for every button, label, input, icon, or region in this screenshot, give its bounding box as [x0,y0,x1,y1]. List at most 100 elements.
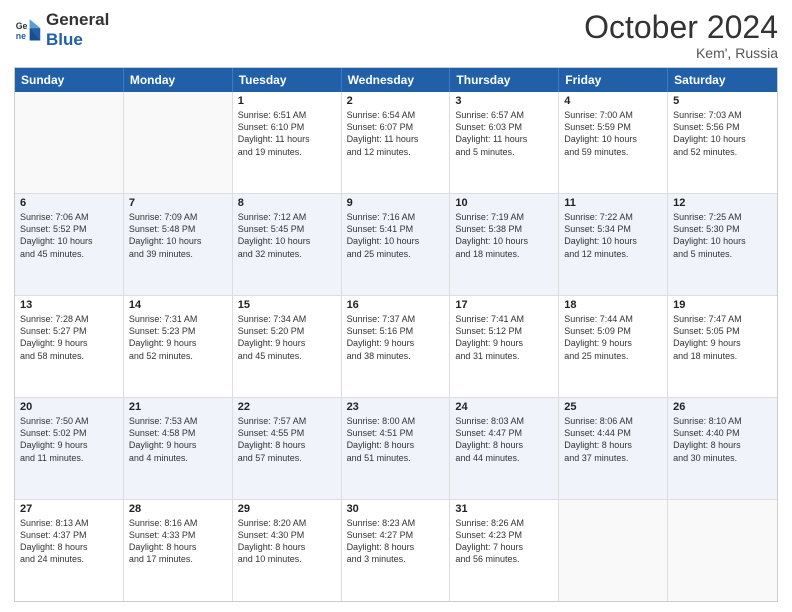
day-number: 4 [564,95,662,107]
calendar-cell [668,500,777,601]
day-details: Sunrise: 7:50 AM Sunset: 5:02 PM Dayligh… [20,415,118,464]
day-number: 8 [238,197,336,209]
calendar-cell: 23 Sunrise: 8:00 AM Sunset: 4:51 PM Dayli… [342,398,451,499]
svg-text:ne: ne [16,30,26,40]
day-details: Sunrise: 7:19 AM Sunset: 5:38 PM Dayligh… [455,211,553,260]
calendar-row-3: 13 Sunrise: 7:28 AM Sunset: 5:27 PM Dayli… [15,296,777,398]
day-details: Sunrise: 7:00 AM Sunset: 5:59 PM Dayligh… [564,109,662,158]
header: Ge ne General Blue October 2024 Kem', Ru… [14,10,778,61]
calendar-cell: 14 Sunrise: 7:31 AM Sunset: 5:23 PM Dayli… [124,296,233,397]
title-area: October 2024 Kem', Russia [584,10,778,61]
calendar-cell: 15Sunrise: 7:34 AM Sunset: 5:20 PM Dayli… [233,296,342,397]
day-details: Sunrise: 7:31 AM Sunset: 5:23 PM Dayligh… [129,313,227,362]
day-number: 6 [20,197,118,209]
calendar-cell: 10Sunrise: 7:19 AM Sunset: 5:38 PM Dayli… [450,194,559,295]
day-details: Sunrise: 7:53 AM Sunset: 4:58 PM Dayligh… [129,415,227,464]
day-details: Sunrise: 7:06 AM Sunset: 5:52 PM Dayligh… [20,211,118,260]
day-number: 26 [673,401,772,413]
logo: Ge ne General Blue [14,10,109,49]
day-number: 16 [347,299,445,311]
calendar-cell: 20 Sunrise: 7:50 AM Sunset: 5:02 PM Dayli… [15,398,124,499]
calendar-row-4: 20 Sunrise: 7:50 AM Sunset: 5:02 PM Dayli… [15,398,777,500]
calendar-row-1: 1 Sunrise: 6:51 AM Sunset: 6:10 PM Daylig… [15,92,777,194]
day-details: Sunrise: 8:23 AM Sunset: 4:27 PM Dayligh… [347,517,445,566]
day-number: 21 [129,401,227,413]
day-number: 22 [238,401,336,413]
logo-general: General [46,10,109,29]
day-number: 31 [455,503,553,515]
day-details: Sunrise: 7:57 AM Sunset: 4:55 PM Dayligh… [238,415,336,464]
calendar-cell: 27 Sunrise: 8:13 AM Sunset: 4:37 PM Dayli… [15,500,124,601]
day-details: Sunrise: 8:06 AM Sunset: 4:44 PM Dayligh… [564,415,662,464]
day-details: Sunrise: 7:12 AM Sunset: 5:45 PM Dayligh… [238,211,336,260]
calendar-cell: 11Sunrise: 7:22 AM Sunset: 5:34 PM Dayli… [559,194,668,295]
calendar-row-5: 27 Sunrise: 8:13 AM Sunset: 4:37 PM Dayli… [15,500,777,601]
calendar-cell: 28 Sunrise: 8:16 AM Sunset: 4:33 PM Dayli… [124,500,233,601]
day-number: 28 [129,503,227,515]
day-number: 27 [20,503,118,515]
calendar-cell: 8 Sunrise: 7:12 AM Sunset: 5:45 PM Daylig… [233,194,342,295]
day-details: Sunrise: 7:25 AM Sunset: 5:30 PM Dayligh… [673,211,772,260]
calendar-cell: 4 Sunrise: 7:00 AM Sunset: 5:59 PM Daylig… [559,92,668,193]
day-details: Sunrise: 6:51 AM Sunset: 6:10 PM Dayligh… [238,109,336,158]
calendar-header: SundayMondayTuesdayWednesdayThursdayFrid… [15,68,777,92]
calendar-cell: 18 Sunrise: 7:44 AM Sunset: 5:09 PM Dayli… [559,296,668,397]
location: Kem', Russia [584,45,778,61]
day-number: 23 [347,401,445,413]
day-details: Sunrise: 7:44 AM Sunset: 5:09 PM Dayligh… [564,313,662,362]
day-number: 30 [347,503,445,515]
day-details: Sunrise: 7:16 AM Sunset: 5:41 PM Dayligh… [347,211,445,260]
day-number: 2 [347,95,445,107]
day-number: 25 [564,401,662,413]
calendar-cell: 1 Sunrise: 6:51 AM Sunset: 6:10 PM Daylig… [233,92,342,193]
calendar-cell: 26Sunrise: 8:10 AM Sunset: 4:40 PM Dayli… [668,398,777,499]
calendar-cell: 24 Sunrise: 8:03 AM Sunset: 4:47 PM Dayli… [450,398,559,499]
day-details: Sunrise: 6:54 AM Sunset: 6:07 PM Dayligh… [347,109,445,158]
day-number: 15 [238,299,336,311]
day-details: Sunrise: 7:03 AM Sunset: 5:56 PM Dayligh… [673,109,772,158]
day-header-thursday: Thursday [450,68,559,92]
calendar-cell [124,92,233,193]
day-details: Sunrise: 8:13 AM Sunset: 4:37 PM Dayligh… [20,517,118,566]
day-details: Sunrise: 7:47 AM Sunset: 5:05 PM Dayligh… [673,313,772,362]
day-number: 1 [238,95,336,107]
calendar-cell: 31Sunrise: 8:26 AM Sunset: 4:23 PM Dayli… [450,500,559,601]
day-header-wednesday: Wednesday [342,68,451,92]
day-header-saturday: Saturday [668,68,777,92]
calendar-cell: 5Sunrise: 7:03 AM Sunset: 5:56 PM Daylig… [668,92,777,193]
day-header-monday: Monday [124,68,233,92]
calendar-cell: 19 Sunrise: 7:47 AM Sunset: 5:05 PM Dayli… [668,296,777,397]
calendar-cell: 12 Sunrise: 7:25 AM Sunset: 5:30 PM Dayli… [668,194,777,295]
day-details: Sunrise: 8:20 AM Sunset: 4:30 PM Dayligh… [238,517,336,566]
calendar-row-2: 6 Sunrise: 7:06 AM Sunset: 5:52 PM Daylig… [15,194,777,296]
day-header-sunday: Sunday [15,68,124,92]
calendar-cell [15,92,124,193]
day-number: 13 [20,299,118,311]
calendar-cell: 21 Sunrise: 7:53 AM Sunset: 4:58 PM Dayli… [124,398,233,499]
day-number: 14 [129,299,227,311]
day-number: 3 [455,95,553,107]
day-number: 24 [455,401,553,413]
day-details: Sunrise: 8:16 AM Sunset: 4:33 PM Dayligh… [129,517,227,566]
logo-blue: Blue [46,30,109,50]
day-number: 20 [20,401,118,413]
logo-icon: Ge ne [14,16,42,44]
day-details: Sunrise: 7:41 AM Sunset: 5:12 PM Dayligh… [455,313,553,362]
calendar-cell: 17 Sunrise: 7:41 AM Sunset: 5:12 PM Dayli… [450,296,559,397]
calendar-cell [559,500,668,601]
calendar-cell: 2 Sunrise: 6:54 AM Sunset: 6:07 PM Daylig… [342,92,451,193]
day-number: 12 [673,197,772,209]
calendar-cell: 16 Sunrise: 7:37 AM Sunset: 5:16 PM Dayli… [342,296,451,397]
day-details: Sunrise: 7:28 AM Sunset: 5:27 PM Dayligh… [20,313,118,362]
day-header-friday: Friday [559,68,668,92]
day-number: 17 [455,299,553,311]
day-details: Sunrise: 7:37 AM Sunset: 5:16 PM Dayligh… [347,313,445,362]
day-details: Sunrise: 8:03 AM Sunset: 4:47 PM Dayligh… [455,415,553,464]
calendar: SundayMondayTuesdayWednesdayThursdayFrid… [14,67,778,602]
day-number: 19 [673,299,772,311]
day-details: Sunrise: 8:00 AM Sunset: 4:51 PM Dayligh… [347,415,445,464]
calendar-cell: 25 Sunrise: 8:06 AM Sunset: 4:44 PM Dayli… [559,398,668,499]
day-number: 18 [564,299,662,311]
calendar-cell: 13 Sunrise: 7:28 AM Sunset: 5:27 PM Dayli… [15,296,124,397]
calendar-cell: 22 Sunrise: 7:57 AM Sunset: 4:55 PM Dayli… [233,398,342,499]
